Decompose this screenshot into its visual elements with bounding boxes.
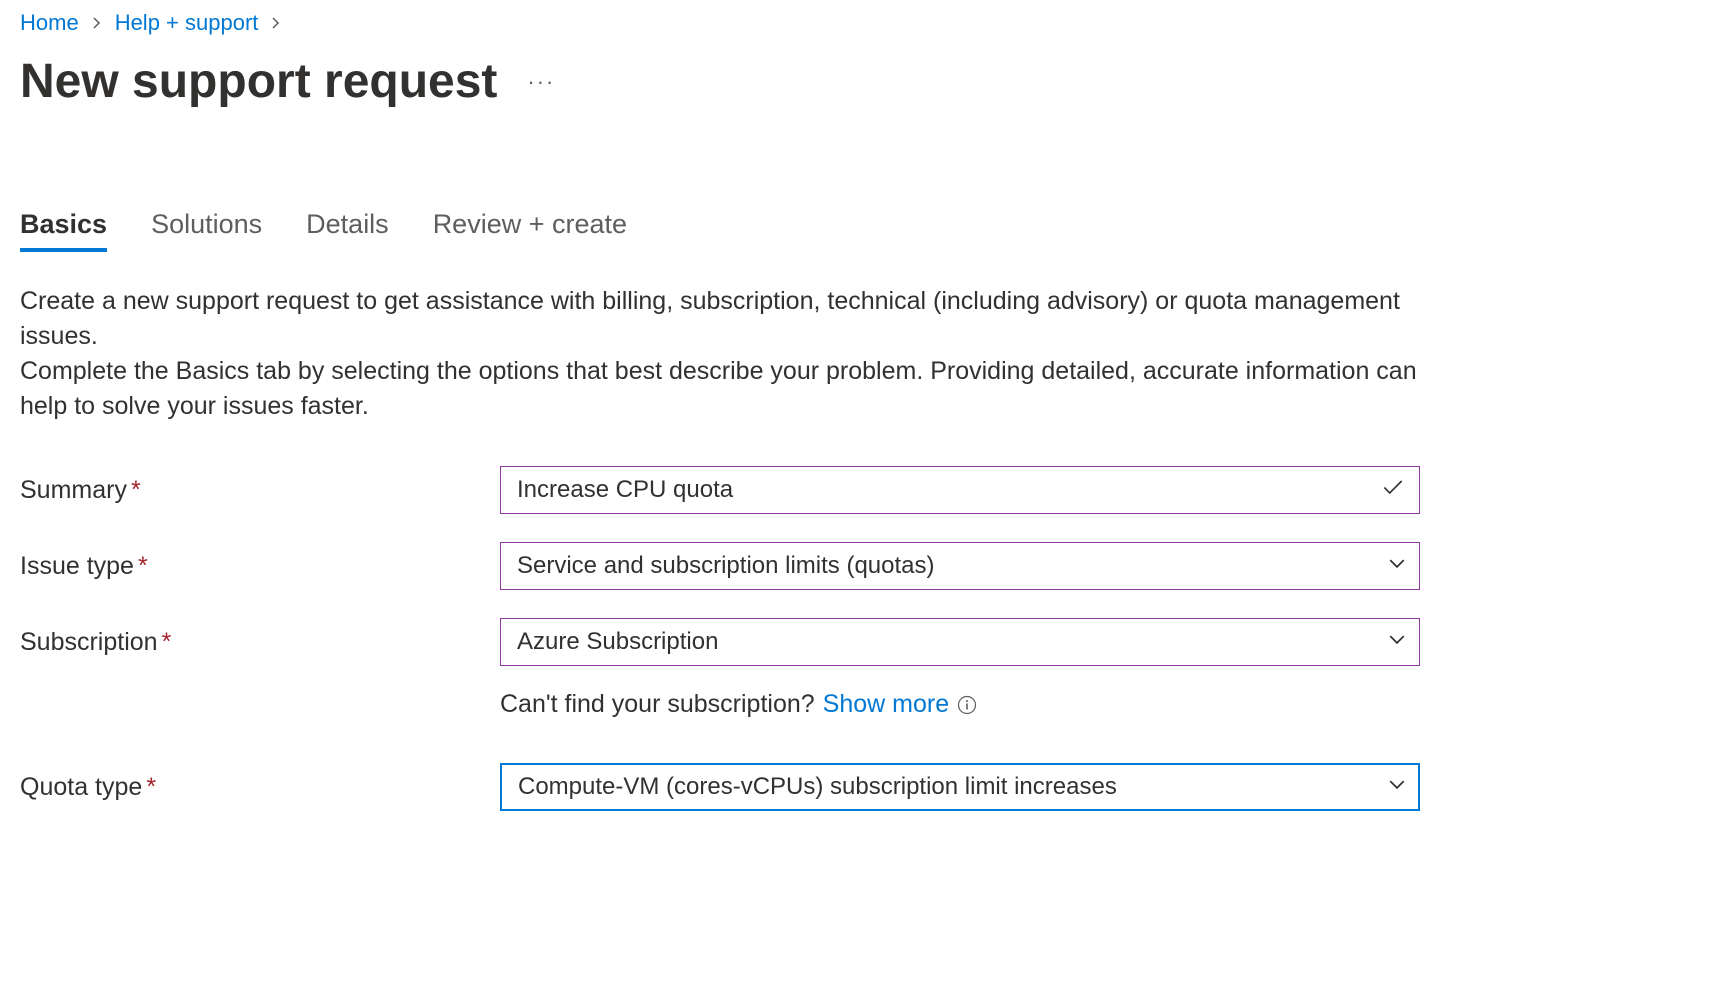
- subscription-helper: Can't find your subscription? Show more: [500, 690, 1692, 719]
- summary-label: Summary*: [20, 476, 500, 505]
- tab-details[interactable]: Details: [306, 209, 389, 252]
- tab-description: Create a new support request to get assi…: [20, 284, 1440, 424]
- required-indicator: *: [146, 773, 156, 801]
- more-actions-icon[interactable]: ···: [527, 69, 555, 95]
- helper-text: Can't find your subscription?: [500, 690, 815, 719]
- breadcrumb-home[interactable]: Home: [20, 10, 79, 36]
- description-line1: Create a new support request to get assi…: [20, 287, 1400, 350]
- chevron-right-icon: [270, 13, 282, 34]
- quota-type-select[interactable]: Compute-VM (cores-vCPUs) subscription li…: [500, 763, 1420, 811]
- required-indicator: *: [138, 552, 148, 580]
- page-title-row: New support request ···: [20, 54, 1692, 109]
- info-icon[interactable]: [957, 695, 977, 715]
- issue-type-select[interactable]: Service and subscription limits (quotas): [500, 542, 1420, 590]
- tab-basics[interactable]: Basics: [20, 209, 107, 252]
- tab-review-create[interactable]: Review + create: [433, 209, 627, 252]
- breadcrumb-help-support[interactable]: Help + support: [115, 10, 259, 36]
- show-more-link[interactable]: Show more: [823, 690, 949, 719]
- quota-type-label: Quota type*: [20, 773, 500, 802]
- subscription-select[interactable]: Azure Subscription: [500, 618, 1420, 666]
- form-row-subscription: Subscription* Azure Subscription: [20, 618, 1692, 666]
- chevron-right-icon: [91, 13, 103, 34]
- issue-type-label: Issue type*: [20, 552, 500, 581]
- description-line2: Complete the Basics tab by selecting the…: [20, 357, 1417, 420]
- required-indicator: *: [131, 476, 141, 504]
- summary-input[interactable]: Increase CPU quota: [500, 466, 1420, 514]
- breadcrumb: Home Help + support: [20, 10, 1692, 36]
- form-row-summary: Summary* Increase CPU quota: [20, 466, 1692, 514]
- form-row-quota-type: Quota type* Compute-VM (cores-vCPUs) sub…: [20, 763, 1692, 811]
- tabs: Basics Solutions Details Review + create: [20, 209, 1692, 252]
- form-row-issue-type: Issue type* Service and subscription lim…: [20, 542, 1692, 590]
- tab-solutions[interactable]: Solutions: [151, 209, 262, 252]
- required-indicator: *: [162, 628, 172, 656]
- page-title: New support request: [20, 54, 497, 109]
- subscription-label: Subscription*: [20, 628, 500, 657]
